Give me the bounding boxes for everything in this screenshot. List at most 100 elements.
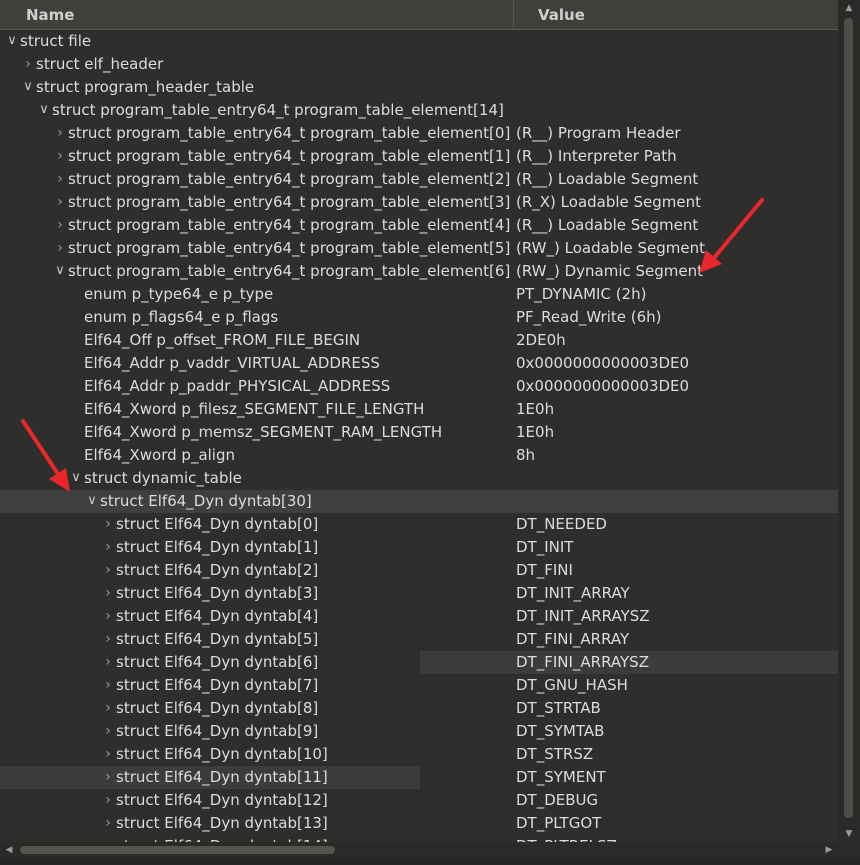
- horizontal-scroll-thumb[interactable]: [20, 846, 335, 854]
- row-name: struct Elf64_Dyn dyntab[6]: [116, 653, 319, 671]
- tree-row[interactable]: › struct Elf64_Dyn dyntab[13] DT_PLTGOT: [0, 812, 838, 835]
- expand-chevron-down-icon[interactable]: ∨: [6, 30, 18, 53]
- expand-chevron-down-icon[interactable]: ∨: [70, 467, 82, 490]
- expand-chevron-right-icon[interactable]: ›: [22, 53, 34, 76]
- tree-row[interactable]: › struct Elf64_Dyn dyntab[4] DT_INIT_ARRAY…: [0, 605, 838, 628]
- row-name: struct Elf64_Dyn dyntab[30]: [100, 492, 312, 510]
- tree-row[interactable]: › struct Elf64_Dyn dyntab[10] DT_STRSZ: [0, 743, 838, 766]
- expand-chevron-right-icon[interactable]: ›: [102, 766, 114, 789]
- tree-row[interactable]: Elf64_Addr p_vaddr_VIRTUAL_ADDRESS 0x0000…: [0, 352, 838, 375]
- tree-row[interactable]: › struct Elf64_Dyn dyntab[3] DT_INIT_ARRAY: [0, 582, 838, 605]
- tree-row[interactable]: Elf64_Off p_offset_FROM_FILE_BEGIN 2DE0h: [0, 329, 838, 352]
- expand-chevron-down-icon[interactable]: ∨: [54, 260, 66, 283]
- vertical-scrollbar[interactable]: ▲ ▼: [838, 0, 860, 865]
- tree-row[interactable]: ∨ struct program_table_entry64_t program_…: [0, 99, 838, 122]
- tree-row[interactable]: Elf64_Xword p_memsz_SEGMENT_RAM_LENGTH 1E…: [0, 421, 838, 444]
- tree-row[interactable]: ∨ struct dynamic_table: [0, 467, 838, 490]
- tree-row[interactable]: › struct Elf64_Dyn dyntab[9] DT_SYMTAB: [0, 720, 838, 743]
- tree-row[interactable]: enum p_flags64_e p_flags PF_Read_Write (6…: [0, 306, 838, 329]
- expand-chevron-right-icon[interactable]: ›: [102, 835, 114, 842]
- scroll-right-icon[interactable]: ▶: [822, 842, 836, 858]
- expand-chevron-down-icon[interactable]: ∨: [22, 76, 34, 99]
- row-value: DT_INIT_ARRAY: [516, 584, 630, 602]
- expand-chevron-right-icon[interactable]: ›: [102, 628, 114, 651]
- row-value-cell: [420, 697, 838, 720]
- row-value-cell: [420, 559, 838, 582]
- row-value-cell: [420, 490, 838, 513]
- tree-row[interactable]: Elf64_Xword p_align 8h: [0, 444, 838, 467]
- tree-row[interactable]: › struct Elf64_Dyn dyntab[7] DT_GNU_HASH: [0, 674, 838, 697]
- tree-row[interactable]: ∨ struct program_header_table: [0, 76, 838, 99]
- tree-row[interactable]: › struct program_table_entry64_t program_…: [0, 191, 838, 214]
- row-name: struct Elf64_Dyn dyntab[12]: [116, 791, 328, 809]
- tree-row[interactable]: › struct Elf64_Dyn dyntab[8] DT_STRTAB: [0, 697, 838, 720]
- tree-row[interactable]: enum p_type64_e p_type PT_DYNAMIC (2h): [0, 283, 838, 306]
- row-value: DT_INIT_ARRAYSZ: [516, 607, 650, 625]
- row-name: struct Elf64_Dyn dyntab[2]: [116, 561, 319, 579]
- tree-row[interactable]: › struct program_table_entry64_t program_…: [0, 237, 838, 260]
- expand-chevron-right-icon[interactable]: ›: [54, 145, 66, 168]
- expand-chevron-right-icon[interactable]: ›: [54, 214, 66, 237]
- row-value: DT_PLTGOT: [516, 814, 602, 832]
- tree-row[interactable]: Elf64_Addr p_paddr_PHYSICAL_ADDRESS 0x000…: [0, 375, 838, 398]
- tree-row[interactable]: ∨ struct Elf64_Dyn dyntab[30]: [0, 490, 838, 513]
- row-name: Elf64_Xword p_memsz_SEGMENT_RAM_LENGTH: [84, 423, 443, 441]
- row-value: (R__) Loadable Segment: [516, 216, 699, 234]
- expand-chevron-down-icon[interactable]: ∨: [86, 490, 98, 513]
- tree-row[interactable]: › struct Elf64_Dyn dyntab[1] DT_INIT: [0, 536, 838, 559]
- expand-chevron-right-icon[interactable]: ›: [54, 237, 66, 260]
- expand-chevron-right-icon[interactable]: ›: [54, 122, 66, 145]
- tree-row[interactable]: › struct Elf64_Dyn dyntab[12] DT_DEBUG: [0, 789, 838, 812]
- horizontal-scrollbar[interactable]: ◀ ▶: [0, 842, 838, 858]
- expand-chevron-right-icon[interactable]: ›: [102, 582, 114, 605]
- expand-chevron-right-icon[interactable]: ›: [102, 812, 114, 835]
- row-name: struct Elf64_Dyn dyntab[7]: [116, 676, 319, 694]
- name-column-header[interactable]: Name: [0, 0, 514, 30]
- row-name: struct Elf64_Dyn dyntab[1]: [116, 538, 319, 556]
- tree-row[interactable]: › struct Elf64_Dyn dyntab[0] DT_NEEDED: [0, 513, 838, 536]
- tree-row[interactable]: Elf64_Xword p_filesz_SEGMENT_FILE_LENGTH…: [0, 398, 838, 421]
- row-value: (RW_) Dynamic Segment: [516, 262, 704, 280]
- tree-row[interactable]: › struct elf_header: [0, 53, 838, 76]
- row-value: DT_STRTAB: [516, 699, 601, 717]
- tree-row[interactable]: › struct program_table_entry64_t program_…: [0, 214, 838, 237]
- template-tree[interactable]: ∨ struct file › struct elf_header ∨ struct pr…: [0, 30, 838, 842]
- scroll-left-icon[interactable]: ◀: [2, 842, 16, 858]
- tree-row[interactable]: › struct Elf64_Dyn dyntab[2] DT_FINI: [0, 559, 838, 582]
- expand-chevron-right-icon[interactable]: ›: [54, 191, 66, 214]
- expand-chevron-right-icon[interactable]: ›: [102, 674, 114, 697]
- row-value-cell: [420, 674, 838, 697]
- row-value-cell: [420, 329, 838, 352]
- expand-chevron-right-icon[interactable]: ›: [102, 789, 114, 812]
- expand-chevron-right-icon[interactable]: ›: [102, 720, 114, 743]
- row-value-cell: [420, 812, 838, 835]
- template-results-window: Name Value ∨ struct file › struct elf_heade…: [0, 0, 860, 865]
- expand-chevron-right-icon[interactable]: ›: [102, 536, 114, 559]
- row-name: struct program_header_table: [36, 78, 255, 96]
- expand-chevron-down-icon[interactable]: ∨: [38, 99, 50, 122]
- expand-chevron-right-icon[interactable]: ›: [102, 697, 114, 720]
- row-value: DT_FINI: [516, 561, 573, 579]
- tree-row[interactable]: ›struct Elf64_Dyn dyntab[14] DT_PLTRELSZ: [0, 835, 838, 842]
- scroll-down-icon[interactable]: ▼: [838, 826, 860, 842]
- expand-chevron-right-icon[interactable]: ›: [102, 651, 114, 674]
- vertical-scroll-thumb[interactable]: [844, 18, 853, 818]
- row-value-cell: [420, 766, 838, 789]
- tree-row[interactable]: › struct program_table_entry64_t program_…: [0, 145, 838, 168]
- tree-row[interactable]: › struct Elf64_Dyn dyntab[5] DT_FINI_ARRAY: [0, 628, 838, 651]
- tree-row[interactable]: › struct program_table_entry64_t program_…: [0, 122, 838, 145]
- expand-chevron-right-icon[interactable]: ›: [54, 168, 66, 191]
- expand-chevron-right-icon[interactable]: ›: [102, 743, 114, 766]
- tree-row[interactable]: › struct Elf64_Dyn dyntab[11] DT_SYMENT: [0, 766, 838, 789]
- value-column-header[interactable]: Value: [514, 0, 838, 30]
- row-value-cell: [420, 789, 838, 812]
- row-value: 1E0h: [516, 423, 555, 441]
- tree-row[interactable]: › struct Elf64_Dyn dyntab[6] DT_FINI_ARRAY…: [0, 651, 838, 674]
- tree-row[interactable]: › struct program_table_entry64_t program_…: [0, 168, 838, 191]
- expand-chevron-right-icon[interactable]: ›: [102, 559, 114, 582]
- tree-row[interactable]: ∨ struct file: [0, 30, 838, 53]
- expand-chevron-right-icon[interactable]: ›: [102, 605, 114, 628]
- expand-chevron-right-icon[interactable]: ›: [102, 513, 114, 536]
- tree-row[interactable]: ∨ struct program_table_entry64_t program_…: [0, 260, 838, 283]
- scroll-up-icon[interactable]: ▲: [838, 0, 860, 16]
